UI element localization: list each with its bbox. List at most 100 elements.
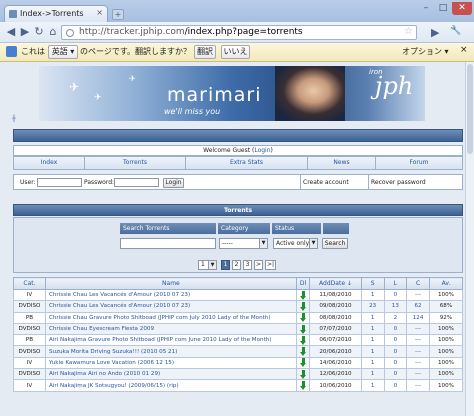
- translate-button[interactable]: 翻訳: [194, 45, 216, 59]
- search-input[interactable]: [120, 238, 216, 249]
- translate-icon: [6, 46, 17, 57]
- category-cell[interactable]: PB: [13, 311, 46, 324]
- seeders-cell: 1: [360, 379, 385, 392]
- menu-item-news[interactable]: News: [308, 157, 376, 169]
- download-icon[interactable]: [295, 379, 311, 392]
- download-icon[interactable]: [295, 300, 311, 313]
- minimize-button[interactable]: –: [418, 2, 434, 15]
- download-arrow-icon[interactable]: [299, 290, 307, 300]
- column-header[interactable]: Name: [44, 277, 297, 290]
- download-icon[interactable]: [295, 368, 311, 381]
- browser-tab[interactable]: Index->Torrents ×: [4, 5, 108, 22]
- address-bar[interactable]: http://tracker.jphip.com/index.php?page=…: [61, 25, 417, 40]
- availability-cell: 100%: [428, 368, 464, 381]
- page-select[interactable]: 1 ▼: [198, 260, 217, 270]
- scrollbar[interactable]: [465, 62, 474, 416]
- download-arrow-icon[interactable]: [299, 301, 307, 311]
- torrent-name-link[interactable]: Airi Nakajima JK Sotsugyou! (2009/06/15)…: [44, 379, 297, 392]
- forward-icon[interactable]: ▶: [18, 25, 32, 39]
- menu-item-extra-stats[interactable]: Extra Stats: [186, 157, 308, 169]
- add-date-cell: 10/06/2010: [309, 379, 362, 392]
- completed-cell: ---: [406, 379, 430, 392]
- add-date-cell: 08/08/2010: [309, 311, 362, 324]
- home-icon[interactable]: ⌂: [46, 25, 60, 39]
- language-select[interactable]: 英語 ▾: [48, 45, 78, 59]
- url-text: http://tracker.jphip.com/index.php?page=…: [79, 27, 303, 37]
- bookmark-star-icon[interactable]: ☆: [404, 26, 413, 37]
- next-page-link[interactable]: >: [254, 260, 263, 270]
- search-button[interactable]: Search: [322, 238, 348, 249]
- leechers-cell: 0: [383, 379, 408, 392]
- download-arrow-icon[interactable]: [299, 381, 307, 391]
- download-arrow-icon[interactable]: [299, 335, 307, 345]
- reload-icon[interactable]: ↻: [32, 25, 46, 39]
- torrent-name-link[interactable]: Chrissie Chau Les Vacancés d'Amour (2010…: [44, 288, 297, 302]
- torrent-name-link[interactable]: Suzuka Morita Driving Suzuka!!! (2010 05…: [44, 345, 297, 358]
- torrent-name-link[interactable]: Airi Nakajima Airi no Ando (2010 01 29): [44, 368, 297, 381]
- translate-close-icon[interactable]: ×: [460, 45, 468, 55]
- download-arrow-icon[interactable]: [299, 324, 307, 334]
- leechers-cell: 2: [383, 311, 408, 324]
- recover-password-link[interactable]: Recover password: [371, 179, 426, 186]
- wrench-icon[interactable]: 🔧: [450, 26, 461, 36]
- availability-cell: 100%: [428, 288, 464, 302]
- menu-item-index[interactable]: Index: [14, 157, 85, 169]
- download-arrow-icon[interactable]: [299, 369, 307, 379]
- page-3-link[interactable]: 3: [243, 260, 252, 270]
- new-tab-button[interactable]: +: [112, 9, 124, 20]
- column-header[interactable]: Cat.: [13, 277, 46, 290]
- category-cell[interactable]: DVDISO: [13, 368, 46, 381]
- category-select[interactable]: ----- ▼: [219, 238, 268, 249]
- tab-close-icon[interactable]: ×: [96, 8, 103, 17]
- download-icon[interactable]: [295, 345, 311, 358]
- translate-options[interactable]: オプション ▾: [402, 46, 449, 57]
- download-arrow-icon[interactable]: [299, 347, 307, 357]
- username-input[interactable]: [37, 178, 82, 187]
- download-icon[interactable]: [295, 356, 311, 370]
- column-header[interactable]: L: [383, 277, 408, 290]
- last-page-link[interactable]: >|: [265, 260, 276, 270]
- download-icon[interactable]: [295, 322, 311, 336]
- column-header[interactable]: S: [360, 277, 385, 290]
- torrent-name-link[interactable]: Chrissie Chau Gravure Photo Shitboad (JP…: [44, 311, 297, 324]
- torrent-name-link[interactable]: Airi Nakajima Gravure Photo Shitboad (JP…: [44, 334, 297, 347]
- menu-item-forum[interactable]: Forum: [376, 157, 462, 169]
- torrent-name-link[interactable]: Yukie Kawamura Love Vacation (2006 12 15…: [44, 356, 297, 370]
- torrent-name-link[interactable]: Chrissie Chau Eyescream Fiesta 2009: [44, 322, 297, 336]
- page-2-link[interactable]: 2: [232, 260, 241, 270]
- login-button[interactable]: Login: [163, 178, 184, 188]
- download-icon[interactable]: [295, 311, 311, 324]
- page-menu-icon[interactable]: ▶: [431, 26, 439, 39]
- table-header-row: Cat. Name Dl AddDate ↓ S L C Av.: [13, 277, 464, 290]
- category-cell[interactable]: IV: [13, 379, 46, 392]
- category-cell[interactable]: DVDISO: [13, 322, 46, 336]
- page-1-link[interactable]: 1: [221, 260, 230, 270]
- completed-cell: 124: [406, 311, 430, 324]
- header-bar: [13, 129, 463, 142]
- download-icon[interactable]: [295, 334, 311, 347]
- category-cell[interactable]: DVDISO: [13, 345, 46, 358]
- download-arrow-icon[interactable]: [299, 313, 307, 323]
- no-translate-button[interactable]: いいえ: [221, 45, 250, 59]
- scrollbar-thumb[interactable]: [467, 64, 473, 154]
- back-icon[interactable]: ◀: [4, 25, 18, 39]
- column-header[interactable]: C: [406, 277, 430, 290]
- column-header[interactable]: Dl: [295, 277, 311, 290]
- download-icon[interactable]: [295, 288, 311, 302]
- category-cell[interactable]: IV: [13, 288, 46, 302]
- table-row: IV Chrissie Chau Les Vacancés d'Amour (20…: [13, 288, 464, 302]
- download-arrow-icon[interactable]: [299, 358, 307, 368]
- maximize-button[interactable]: □: [435, 2, 451, 15]
- password-input[interactable]: [114, 178, 159, 187]
- create-account-link[interactable]: Create account: [303, 179, 349, 186]
- column-header[interactable]: AddDate ↓: [309, 277, 362, 290]
- login-link[interactable]: Login: [254, 147, 270, 154]
- menu-item-torrents[interactable]: Torrents: [85, 157, 186, 169]
- category-cell[interactable]: IV: [13, 356, 46, 370]
- status-select[interactable]: Active only ▼: [273, 238, 318, 249]
- torrent-name-link[interactable]: Chrissie Chau Les Vacancés d'Amour (2010…: [44, 300, 297, 313]
- category-cell[interactable]: PB: [13, 334, 46, 347]
- window-close-button[interactable]: ✕: [452, 2, 472, 15]
- category-cell[interactable]: DVDISO: [13, 300, 46, 313]
- column-header[interactable]: Av.: [428, 277, 464, 290]
